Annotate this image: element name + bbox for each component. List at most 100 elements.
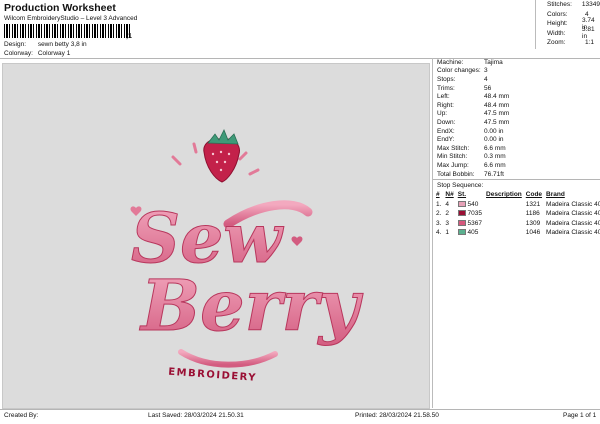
info-label: Stops: <box>437 75 456 83</box>
col-header: Description <box>486 191 522 199</box>
summary-box: Stitches: 13349 Colors: 4 Height: 3.74 in W… <box>535 0 600 49</box>
sparkle-dash <box>238 151 248 161</box>
colorway-label: Colorway: <box>4 50 33 57</box>
footer-created-by: Created By: <box>4 412 39 419</box>
info-label: Down: <box>437 118 456 126</box>
info-label: Color changes: <box>437 67 481 75</box>
table-row: 3. 3 5367 1309 Madeira Classic 40 <box>434 218 600 228</box>
stop-sequence-table: # N# St. Description Code Brand 1. 4 540… <box>434 190 600 237</box>
info-label: Min Stitch: <box>437 153 468 161</box>
stitch-count: 405 <box>467 229 479 237</box>
description <box>484 228 524 238</box>
col-header: Code <box>525 191 543 199</box>
info-row-endy: EndY: 0.00 in <box>433 135 600 144</box>
stitch-count-cell: 5367 <box>456 218 484 228</box>
col-header: St. <box>457 191 467 199</box>
row-number: 3. <box>436 219 442 227</box>
info-label: EndX: <box>437 127 455 135</box>
info-label: Right: <box>437 101 454 109</box>
color-swatch <box>457 229 466 236</box>
info-value: 76.71ft <box>484 170 504 178</box>
info-value: 47.5 mm <box>484 110 510 118</box>
table-row: 1. 4 540 1321 Madeira Classic 40 <box>434 199 600 209</box>
design-preview: Sew Berry EMBROIDERY <box>2 63 430 409</box>
info-value: 3 <box>484 67 488 75</box>
software-subtitle: Wilcom EmbroideryStudio – Level 3 Advanc… <box>4 15 138 22</box>
stitch-count-cell: 7035 <box>456 209 484 219</box>
design-name-row: Design: sewn betty 3,8 in <box>4 41 87 48</box>
sparkle-dash <box>248 168 260 176</box>
info-label: Max Stitch: <box>437 144 470 152</box>
table-row: 4. 1 405 1046 Madeira Classic 40 <box>434 228 600 238</box>
info-row-up: Up: 47.5 mm <box>433 110 600 119</box>
stop-sequence-divider <box>433 179 600 181</box>
info-value: 6.6 mm <box>484 161 506 169</box>
col-header: Brand <box>546 191 565 199</box>
footer-page: Page 1 of 1 <box>563 412 597 419</box>
row-number: 2. <box>436 210 442 218</box>
info-value: 0.3 mm <box>484 153 506 161</box>
footer-printed: Printed: 28/03/2024 21.58.50 <box>355 412 439 419</box>
summary-row-width: Width: 3.81 in <box>536 26 600 41</box>
stitch-count: 540 <box>467 200 479 208</box>
info-label: Total Bobbin: <box>437 170 475 178</box>
design-text-berry: Berry <box>139 264 363 347</box>
info-label: Trims: <box>437 84 455 92</box>
smile-swash <box>178 349 278 368</box>
stitch-count: 7035 <box>467 210 483 218</box>
needle-number: 3 <box>445 219 450 227</box>
info-row-color-changes: Color changes: 3 <box>433 67 600 76</box>
summary-value: 13349 <box>581 1 600 9</box>
info-row-down: Down: 47.5 mm <box>433 118 600 127</box>
table-row: 2. 2 7035 1186 Madeira Classic 40 <box>434 209 600 219</box>
heart-icon <box>291 236 303 246</box>
stitch-count-cell: 405 <box>456 228 484 238</box>
thread-code: 1046 <box>525 229 541 237</box>
thread-brand: Madeira Classic 40 <box>546 219 600 227</box>
info-value: Tajima <box>484 58 503 66</box>
embroidery-design: Sew Berry EMBROIDERY <box>131 129 364 384</box>
barcode-suffix: ,1 <box>126 33 132 40</box>
info-label: Up: <box>437 110 448 118</box>
info-value: 48.4 mm <box>484 93 510 101</box>
info-row-stops: Stops: 4 <box>433 75 600 84</box>
design-value: sewn betty 3,8 in <box>37 41 87 48</box>
design-label: Design: <box>4 41 27 48</box>
barcode <box>4 24 130 38</box>
thread-code: 1321 <box>525 200 541 208</box>
summary-value: 3.81 in <box>582 26 595 41</box>
info-label: Left: <box>437 93 450 101</box>
info-row-trims: Trims: 56 <box>433 84 600 93</box>
needle-number: 2 <box>445 210 450 218</box>
stop-sequence-title: Stop Sequence: <box>437 182 484 190</box>
info-row-left: Left: 48.4 mm <box>433 92 600 101</box>
info-value: 0.00 in <box>484 136 504 144</box>
col-header: # <box>436 191 440 199</box>
footer-divider <box>0 409 600 410</box>
info-value: 48.4 mm <box>484 101 510 109</box>
summary-value: 1:1 <box>585 39 595 47</box>
info-value: 56 <box>484 84 492 92</box>
description <box>484 218 524 228</box>
design-text-embroidery: EMBROIDERY <box>168 367 257 384</box>
info-row-machine: Machine: Tajima <box>433 58 600 67</box>
colorway-row: Colorway: Colorway 1 <box>4 50 70 57</box>
row-number: 1. <box>436 200 442 208</box>
footer-last-saved: Last Saved: 28/03/2024 21.50.31 <box>148 412 244 419</box>
info-label: EndY: <box>437 136 455 144</box>
info-row-right: Right: 48.4 mm <box>433 101 600 110</box>
col-header: N# <box>445 191 454 199</box>
info-row-max-stitch: Max Stitch: 6.6 mm <box>433 144 600 153</box>
sparkle-dash <box>171 155 182 166</box>
sparkle-dash <box>192 142 198 154</box>
stitch-count-cell: 540 <box>456 199 484 209</box>
strawberry-icon <box>203 129 240 183</box>
info-row-endx: EndX: 0.00 in <box>433 127 600 136</box>
thread-brand: Madeira Classic 40 <box>546 210 600 218</box>
summary-label: Height: <box>547 20 568 28</box>
summary-row-zoom: Zoom: 1:1 <box>536 38 600 48</box>
color-swatch <box>457 219 466 226</box>
summary-label: Colors: <box>547 10 568 18</box>
row-number: 4. <box>436 229 442 237</box>
info-value: 47.5 mm <box>484 118 510 126</box>
